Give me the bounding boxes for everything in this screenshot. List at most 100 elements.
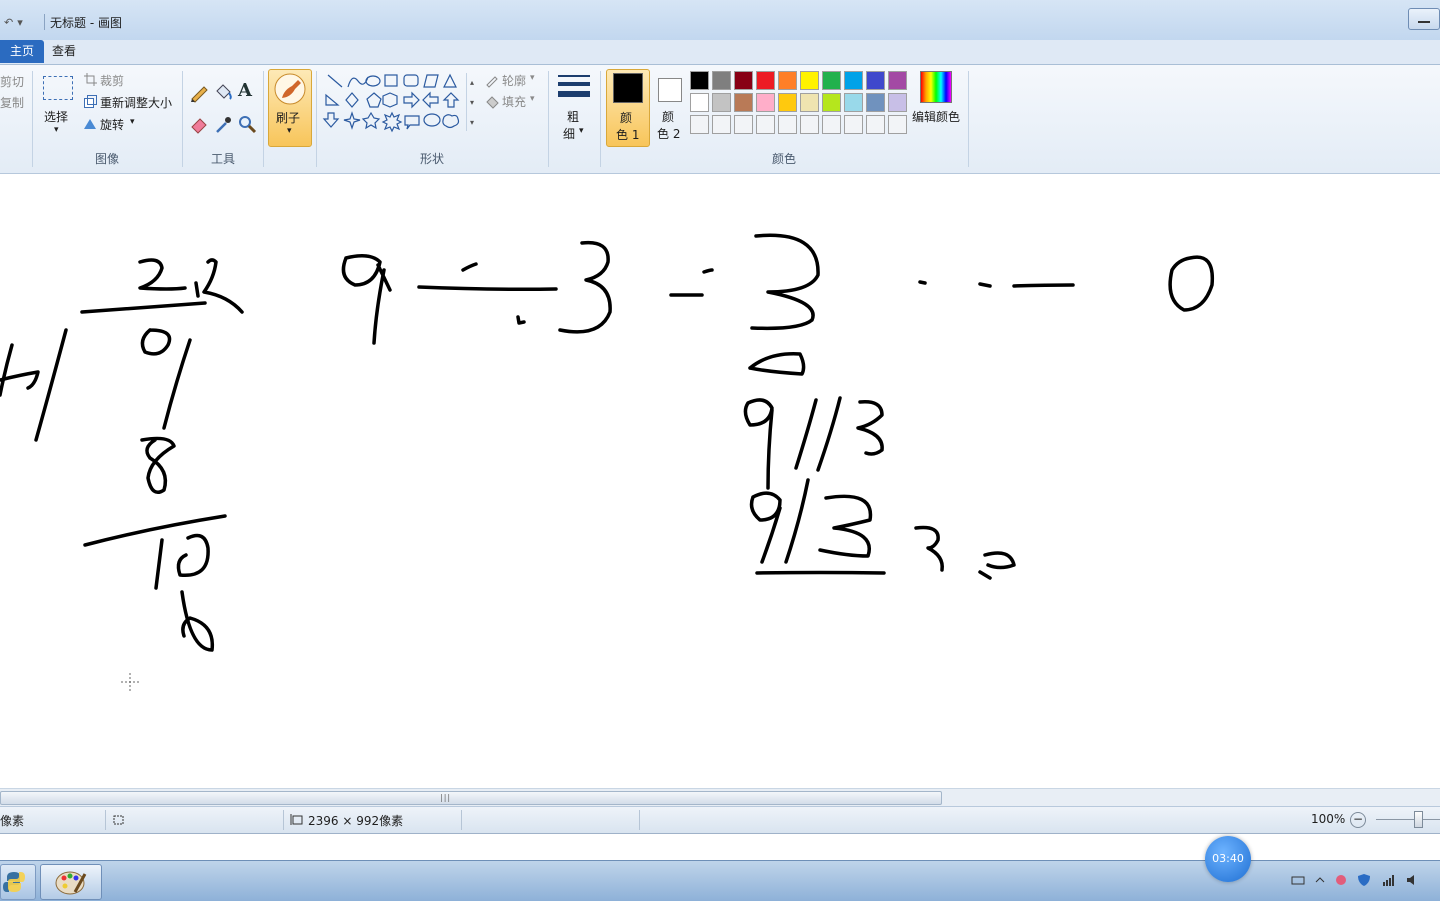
palette-swatch[interactable] [712, 93, 731, 112]
palette-swatch[interactable] [756, 71, 775, 90]
color2-swatch [658, 78, 682, 102]
palette-swatch[interactable] [690, 71, 709, 90]
palette-swatch[interactable] [844, 93, 863, 112]
show-hidden-icons-icon[interactable] [1313, 873, 1327, 887]
shapes-group-label: 形状 [419, 152, 444, 166]
resize-button[interactable]: 重新调整大小 [100, 94, 172, 111]
outline-button[interactable]: 轮廓 [502, 72, 526, 89]
fill-dropdown-icon[interactable]: ▾ [530, 94, 535, 104]
customize-dropdown-icon[interactable]: ▾ [17, 16, 23, 29]
quick-access-toolbar: ↶ ▾ [4, 14, 40, 30]
group-divider [968, 71, 969, 167]
palette-swatch[interactable] [888, 71, 907, 90]
recording-timer-badge[interactable]: 03:40 [1205, 836, 1251, 882]
taskbar-paint-button[interactable] [40, 864, 102, 900]
palette-empty-slot[interactable] [778, 115, 797, 134]
ribbon: 剪切 复制 选择 ▾ 裁剪 重新调整大小 旋转 ▾ 图像 A 工具 刷子 ▾ ▴… [0, 65, 1440, 174]
title-bar: ↶ ▾ 无标题 - 画图 [0, 0, 1440, 40]
text-icon[interactable]: A [238, 80, 252, 101]
palette-swatch[interactable] [690, 93, 709, 112]
tab-view[interactable]: 查看 [42, 40, 86, 63]
select-dropdown-icon[interactable]: ▾ [54, 125, 59, 135]
color-palette [690, 71, 910, 135]
color-picker-icon[interactable] [212, 113, 234, 135]
crop-button[interactable]: 裁剪 [100, 72, 124, 89]
palette-swatch[interactable] [756, 93, 775, 112]
palette-swatch[interactable] [800, 93, 819, 112]
ribbon-tabs: 主页 查看 [0, 40, 1440, 65]
palette-swatch[interactable] [844, 71, 863, 90]
tab-home[interactable]: 主页 [0, 40, 45, 63]
cut-button[interactable]: 剪切 [0, 73, 24, 90]
volume-icon[interactable] [1406, 873, 1420, 887]
edit-colors-button[interactable]: 编辑颜色 [912, 108, 960, 125]
select-button[interactable]: 选择 [44, 108, 68, 125]
palette-empty-slot[interactable] [756, 115, 775, 134]
palette-swatch[interactable] [712, 71, 731, 90]
palette-swatch[interactable] [778, 93, 797, 112]
shapes-scroll-icon[interactable]: ▴ ▾ ▾ [466, 73, 477, 131]
pencil-icon[interactable] [188, 81, 210, 103]
edit-colors-icon[interactable] [920, 71, 952, 103]
rotate-dropdown-icon[interactable]: ▾ [130, 117, 135, 127]
fill-bucket-icon[interactable] [212, 81, 234, 103]
signal-icon[interactable] [1382, 873, 1396, 887]
crop-icon [84, 73, 97, 86]
palette-empty-slot[interactable] [712, 115, 731, 134]
brush-button[interactable]: 刷子 ▾ [268, 69, 312, 147]
palette-swatch[interactable] [734, 93, 753, 112]
zoom-out-button[interactable]: − [1350, 812, 1366, 828]
group-divider [316, 71, 317, 167]
shapes-group: ▴ ▾ ▾ 轮廓 ▾ 填充 ▾ 形状 [318, 65, 546, 173]
outline-dropdown-icon[interactable]: ▾ [530, 73, 535, 83]
group-divider [263, 71, 264, 167]
palette-empty-slot[interactable] [800, 115, 819, 134]
magnifier-icon[interactable] [236, 113, 258, 135]
brush-dropdown-icon: ▾ [287, 126, 292, 136]
status-divider [639, 810, 640, 830]
palette-empty-slot[interactable] [844, 115, 863, 134]
undo-icon[interactable]: ↶ [4, 16, 13, 29]
horizontal-scrollbar[interactable]: ||| [0, 788, 1440, 806]
palette-empty-slot[interactable] [734, 115, 753, 134]
zoom-slider-thumb[interactable] [1414, 811, 1423, 828]
palette-swatch[interactable] [822, 93, 841, 112]
palette-empty-slot[interactable] [690, 115, 709, 134]
security-shield-icon[interactable] [1357, 873, 1371, 887]
keyboard-icon[interactable] [1291, 873, 1305, 887]
palette-swatch[interactable] [778, 71, 797, 90]
scrollbar-thumb[interactable] [0, 791, 942, 805]
select-icon[interactable] [43, 76, 73, 100]
palette-swatch[interactable] [866, 71, 885, 90]
brush-label: 刷子 [276, 111, 301, 125]
palette-swatch[interactable] [866, 93, 885, 112]
group-divider [548, 71, 549, 167]
palette-empty-slot[interactable] [888, 115, 907, 134]
size-button[interactable]: 粗 细 ▾ [554, 65, 594, 173]
palette-empty-slot[interactable] [822, 115, 841, 134]
palette-swatch[interactable] [800, 71, 819, 90]
tools-group-label: 工具 [210, 152, 235, 166]
drawing-canvas[interactable] [0, 174, 1440, 788]
color1-button[interactable]: 颜 色 1 [606, 69, 650, 147]
palette-swatch[interactable] [888, 93, 907, 112]
palette-swatch[interactable] [822, 71, 841, 90]
size-dropdown-icon: ▾ [579, 126, 584, 136]
palette-empty-slot[interactable] [866, 115, 885, 134]
colors-group: 颜 色 1 颜 色 2 编辑颜色 颜色 [604, 65, 968, 173]
palette-swatch[interactable] [734, 71, 753, 90]
color1-swatch [613, 73, 643, 103]
status-divider [461, 810, 462, 830]
status-divider [283, 810, 284, 830]
size-icon [558, 75, 590, 97]
network-tray-icon[interactable] [1334, 873, 1348, 887]
copy-button[interactable]: 复制 [0, 94, 24, 111]
rotate-button[interactable]: 旋转 [100, 116, 124, 133]
taskbar-python-button[interactable] [0, 864, 36, 900]
color2-button[interactable]: 颜 色 2 [652, 69, 692, 145]
shapes-gallery[interactable] [322, 71, 480, 133]
fill-button[interactable]: 填充 [502, 93, 526, 110]
zoom-slider-track[interactable] [1376, 819, 1440, 820]
minimize-button[interactable] [1408, 8, 1440, 30]
eraser-icon[interactable] [188, 113, 210, 135]
